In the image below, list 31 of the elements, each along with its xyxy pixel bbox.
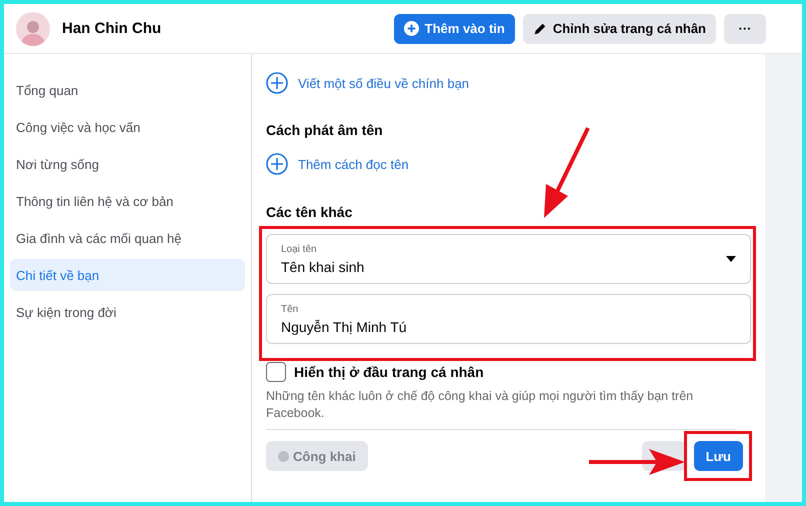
pencil-icon xyxy=(532,22,547,36)
sidebar-item[interactable]: Chi tiết về bạn xyxy=(10,259,245,291)
add-link[interactable]: Thêm cách đọc tên xyxy=(298,156,409,172)
caret-icon xyxy=(726,256,736,262)
add-link[interactable]: Viết một số điều về chính bạn xyxy=(298,76,470,90)
sidebar-item[interactable]: Tổng quan xyxy=(10,74,245,106)
add-story-button[interactable]: Thêm vào tin xyxy=(394,14,515,44)
sidebar-item[interactable]: Công việc và học vấn xyxy=(10,111,245,143)
section-title: Cách phát âm tên xyxy=(266,122,384,138)
checkbox-label: Hiển thị ở đầu trang cá nhân xyxy=(294,364,484,380)
sidebar-item[interactable]: Nơi từng sống xyxy=(10,148,245,180)
plus-circle-icon xyxy=(404,21,419,36)
save-button[interactable]: Lưu xyxy=(694,441,743,471)
dropdown-value: Tên khai sinh xyxy=(281,258,681,274)
plus-circle-icon xyxy=(266,72,288,94)
checkbox[interactable] xyxy=(266,362,286,382)
more-button[interactable]: ··· xyxy=(724,14,766,44)
help-text: Những tên khác luôn ở chế độ công khai và giúp mọi người tìm thấy bạn trên Facebook. xyxy=(266,388,736,430)
section-title: Các tên khác xyxy=(266,204,354,220)
sidebar-item[interactable]: Sự kiện trong đời xyxy=(10,296,245,328)
field-label: Tên xyxy=(281,304,300,314)
sidebar-item[interactable]: Gia đình và các mối quan hệ xyxy=(10,222,245,254)
edit-profile-button[interactable]: Chỉnh sửa trang cá nhân xyxy=(522,14,716,44)
highlight-frame xyxy=(684,431,752,481)
input-value: Nguyễn Thị Minh Tú xyxy=(281,318,681,334)
dropdown-field[interactable]: Loại tên Tên khai sinh xyxy=(266,234,751,284)
plus-circle-icon xyxy=(266,153,288,175)
sidebar-item[interactable]: Thông tin liên hệ và cơ bản xyxy=(10,185,245,217)
field-label: Loại tên xyxy=(281,244,318,254)
profile-name: Han Chin Chu xyxy=(62,20,162,37)
input-field[interactable]: Tên Nguyễn Thị Minh Tú xyxy=(266,294,751,344)
